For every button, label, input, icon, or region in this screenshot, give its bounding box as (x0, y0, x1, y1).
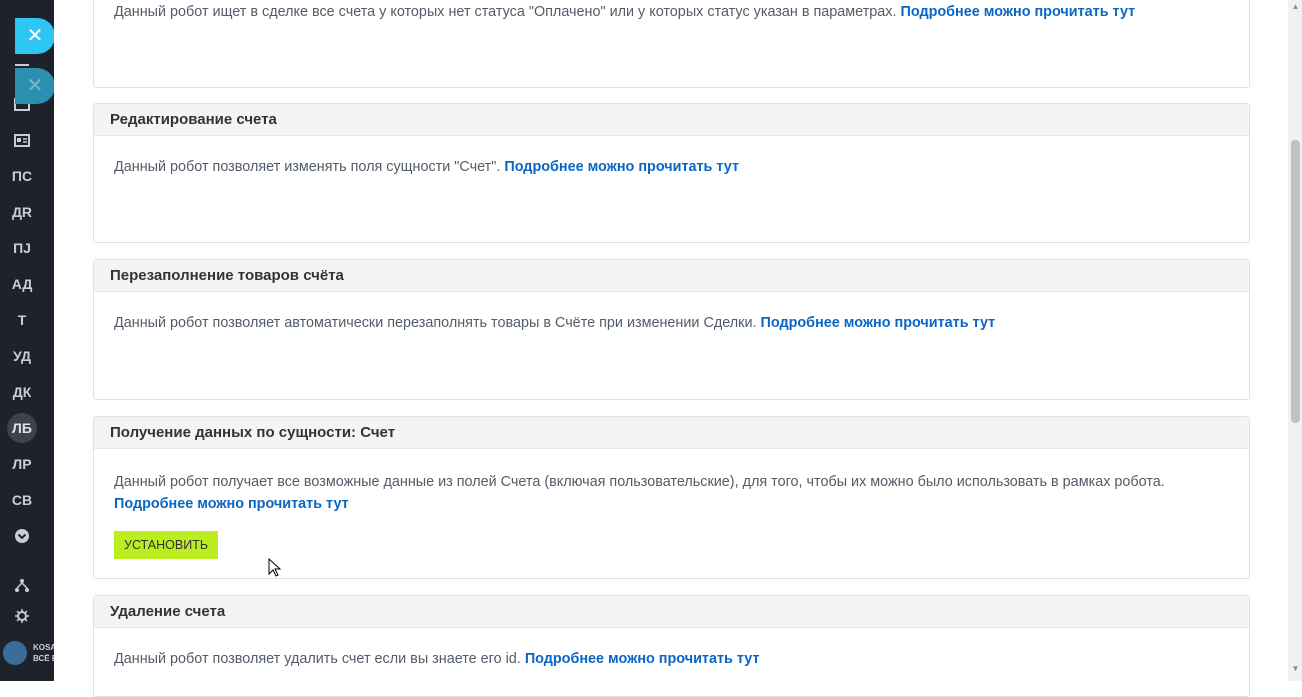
robot-card-title: Перезаполнение товаров счёта (94, 260, 1249, 292)
scrollbar-thumb[interactable] (1291, 140, 1300, 423)
close-slider-button-secondary[interactable]: ✕ (15, 68, 55, 104)
sidebar-item-t[interactable]: Т (0, 310, 44, 330)
close-icon: ✕ (26, 75, 44, 97)
robot-description: Данный робот позволяет изменять поля сущ… (114, 159, 501, 175)
contact-card-icon[interactable] (12, 130, 32, 150)
robot-card-title: Получение данных по сущности: Счет (94, 417, 1249, 449)
read-more-link[interactable]: Подробнее можно прочитать тут (114, 496, 349, 512)
sidebar-item-lr[interactable]: ЛР (0, 454, 44, 474)
robot-description: Данный робот получает все возможные данн… (114, 474, 1165, 490)
robot-description: Данный робот позволяет автоматически пер… (114, 315, 757, 331)
sidebar-item-ud[interactable]: УД (0, 346, 44, 366)
vertical-scrollbar[interactable]: ▲ ▼ (1288, 0, 1302, 681)
read-more-link[interactable]: Подробнее можно прочитать тут (525, 651, 760, 667)
gear-icon[interactable] (12, 606, 32, 626)
robot-card-body: Данный робот позволяет изменять поля сущ… (94, 136, 1249, 178)
robot-card-delete-invoice: Удаление счета Данный робот позволяет уд… (93, 595, 1250, 697)
robot-card-body: Данный робот позволяет удалить счет если… (94, 628, 1249, 670)
sidebar-item-ad[interactable]: АД (0, 274, 44, 294)
hierarchy-icon[interactable] (12, 576, 32, 596)
read-more-link[interactable]: Подробнее можно прочитать тут (504, 159, 739, 175)
robot-card-body: Данный робот получает все возможные данн… (94, 449, 1249, 559)
read-more-link[interactable]: Подробнее можно прочитать тут (761, 315, 996, 331)
sidebar-item-lb[interactable]: ЛБ (7, 413, 37, 443)
robot-description: Данный робот ищет в сделке все счета у к… (114, 4, 897, 20)
robot-card-title: Удаление счета (94, 596, 1249, 628)
scroll-up-icon[interactable]: ▲ (1291, 3, 1300, 11)
robot-card-title: Редактирование счета (94, 104, 1249, 136)
sidebar-item-dk[interactable]: ДК (0, 382, 44, 402)
sidebar-item-dr[interactable]: ДR (0, 202, 44, 222)
read-more-link[interactable]: Подробнее можно прочитать тут (901, 4, 1136, 20)
sidebar-item-sv[interactable]: СВ (0, 490, 44, 510)
close-slider-button[interactable]: ✕ (15, 18, 55, 54)
brand-logo (3, 641, 27, 665)
robot-card-get-invoice-data: Получение данных по сущности: Счет Данны… (93, 416, 1250, 579)
brand-text: KOSA ВСЁ Е (33, 642, 54, 664)
robots-list: Данный робот ищет в сделке все счета у к… (54, 0, 1288, 697)
robot-card-body: Данный робот позволяет автоматически пер… (94, 292, 1249, 334)
robot-card-edit-invoice: Редактирование счета Данный робот позвол… (93, 103, 1250, 243)
sidebar-item-ps[interactable]: ПС (0, 166, 44, 186)
scroll-down-icon[interactable]: ▼ (1291, 665, 1300, 673)
brand-line-2: ВСЁ Е (33, 654, 54, 663)
robot-card-refill-products: Перезаполнение товаров счёта Данный робо… (93, 259, 1250, 400)
chevron-down-circle-icon[interactable] (12, 526, 32, 546)
mouse-cursor-icon (268, 558, 282, 577)
robot-description: Данный робот позволяет удалить счет если… (114, 651, 521, 667)
close-icon: ✕ (26, 25, 44, 47)
sidebar-item-pj[interactable]: ПJ (0, 238, 44, 258)
install-button[interactable]: УСТАНОВИТЬ (114, 531, 219, 559)
robot-card-find-invoices: Данный робот ищет в сделке все счета у к… (93, 0, 1250, 88)
robot-card-body: Данный робот ищет в сделке все счета у к… (94, 0, 1249, 23)
brand-line-1: KOSA (33, 643, 54, 652)
